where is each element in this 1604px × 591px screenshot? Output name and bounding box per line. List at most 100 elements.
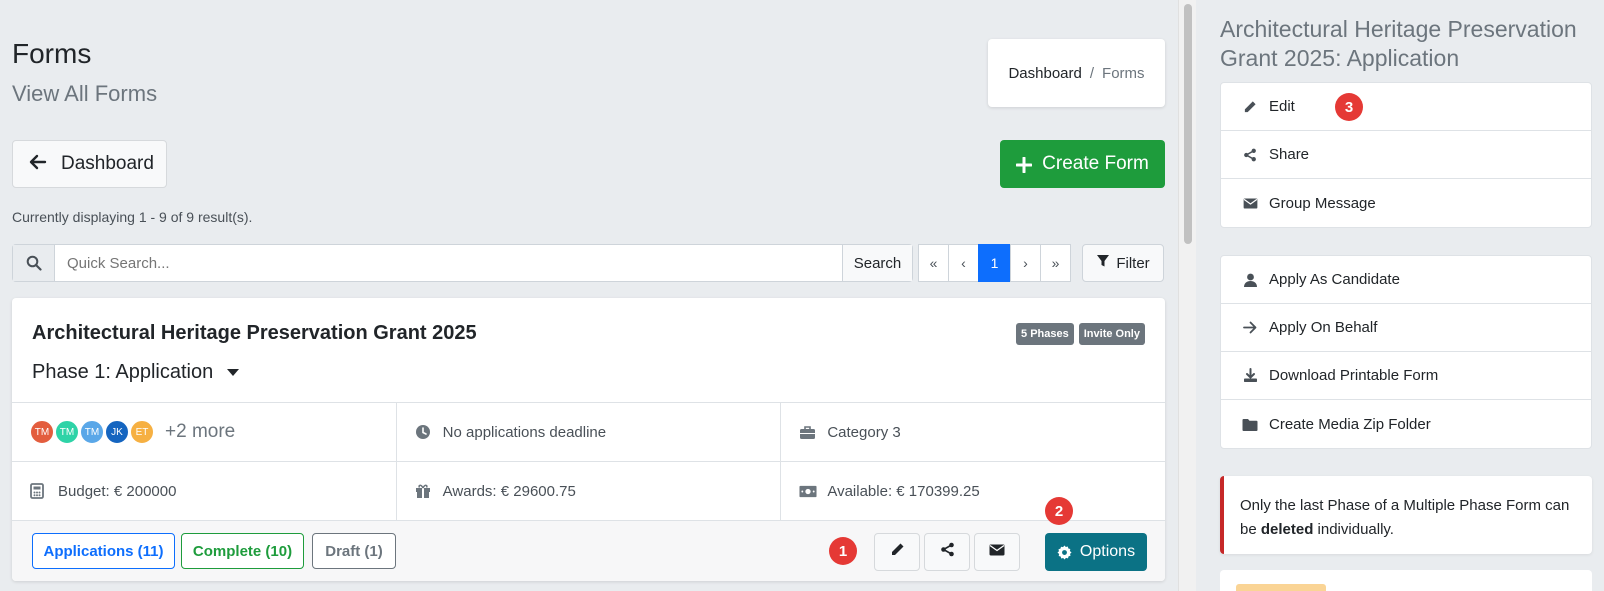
form-card-footer: Applications (11) Complete (10) Draft (1… [12, 497, 1165, 581]
download-printable-form-item[interactable]: Download Printable Form [1221, 352, 1591, 400]
envelope-icon [989, 543, 1005, 561]
avatar[interactable]: TM [80, 420, 104, 444]
edit-button[interactable] [874, 533, 920, 571]
form-title[interactable]: Architectural Heritage Preservation Gran… [32, 322, 477, 345]
awards-text: Awards: € 29600.75 [442, 482, 576, 500]
delete-info-alert: Only the last Phase of a Multiple Phase … [1220, 476, 1592, 554]
filter-label: Filter [1116, 254, 1150, 272]
create-media-zip-folder-item[interactable]: Create Media Zip Folder [1221, 400, 1591, 448]
side-panel: Architectural Heritage Preservation Gran… [1196, 0, 1604, 591]
scrollbar-thumb[interactable] [1184, 4, 1192, 244]
filter-button[interactable]: Filter [1082, 244, 1164, 282]
invite-only-badge: Invite Only [1078, 323, 1145, 345]
side-panel-title: Architectural Heritage Preservation Gran… [1220, 16, 1577, 71]
results-count: Currently displaying 1 - 9 of 9 result(s… [12, 209, 253, 225]
breadcrumb-dashboard-link[interactable]: Dashboard [1008, 65, 1081, 82]
apply-as-candidate-item[interactable]: Apply As Candidate [1221, 256, 1591, 304]
apply-actions-list: Apply As Candidate Apply On Behalf Downl… [1220, 255, 1592, 449]
category-text: Category 3 [827, 423, 901, 441]
page-next-button[interactable]: › [1010, 244, 1041, 282]
search-bar: Search [12, 244, 913, 282]
side-group-message-label: Group Message [1269, 194, 1376, 212]
main-content: Forms View All Forms Dashboard / Forms D… [0, 0, 1178, 591]
breadcrumb: Dashboard / Forms [988, 39, 1165, 107]
side-edit-item[interactable]: Edit 3 [1221, 83, 1591, 131]
collaborators-cell: TM TM TM JK ET +2 more [12, 403, 397, 461]
briefcase-icon [799, 425, 817, 440]
gear-icon [1057, 544, 1072, 560]
page-last-button[interactable]: » [1040, 244, 1071, 282]
annotation-marker-2: 2 [1045, 497, 1073, 525]
gift-icon [415, 483, 433, 499]
create-form-label: Create Form [1042, 153, 1149, 174]
apply-as-candidate-label: Apply As Candidate [1269, 271, 1400, 288]
phase-label: Phase 1: Application [32, 361, 214, 383]
breadcrumb-separator: / [1089, 64, 1095, 82]
folder-icon [1241, 418, 1259, 431]
download-icon [1241, 368, 1259, 383]
create-media-zip-folder-label: Create Media Zip Folder [1269, 415, 1431, 433]
options-label: Options [1079, 543, 1136, 560]
next-panel-peek [1220, 570, 1592, 591]
caret-down-icon [227, 365, 240, 380]
page-first-button[interactable]: « [918, 244, 949, 282]
phase-dropdown[interactable]: Phase 1: Application [32, 361, 240, 384]
message-button[interactable] [974, 533, 1020, 571]
back-to-dashboard-button[interactable]: Dashboard [12, 140, 167, 188]
available-cell: Available: € 170399.25 [781, 462, 1165, 520]
options-button[interactable]: Options [1045, 533, 1147, 571]
clock-icon [415, 424, 433, 440]
apply-on-behalf-label: Apply On Behalf [1269, 319, 1378, 336]
share-button[interactable] [924, 533, 970, 571]
alert-text-bold: deleted [1260, 521, 1314, 538]
pagination: « ‹ 1 › » [918, 244, 1071, 282]
search-input[interactable] [55, 245, 842, 281]
pencil-icon [890, 542, 905, 562]
annotation-marker-3: 3 [1335, 93, 1363, 121]
calculator-icon [30, 483, 48, 499]
draft-button[interactable]: Draft (1) [312, 533, 396, 569]
avatar[interactable]: JK [105, 420, 129, 444]
side-edit-label: Edit [1269, 98, 1295, 115]
search-button[interactable]: Search [842, 245, 912, 281]
filter-icon [1096, 254, 1110, 272]
form-actions-list: Edit 3 Share Group Message [1220, 82, 1592, 228]
envelope-icon [1241, 197, 1259, 209]
alert-text-end: individually. [1313, 521, 1394, 538]
side-share-label: Share [1269, 146, 1310, 163]
user-icon [1241, 273, 1259, 287]
budget-text: Budget: € 200000 [58, 482, 177, 500]
arrow-right-icon [1241, 321, 1259, 334]
download-printable-form-label: Download Printable Form [1269, 367, 1439, 384]
share-icon [1241, 148, 1259, 162]
available-text: Available: € 170399.25 [827, 482, 980, 500]
main-scrollbar[interactable] [1178, 0, 1196, 591]
more-collaborators[interactable]: +2 more [165, 421, 235, 443]
money-bill-icon [799, 485, 817, 498]
avatar[interactable]: ET [130, 420, 154, 444]
deadline-cell: No applications deadline [397, 403, 782, 461]
form-info-grid: TM TM TM JK ET +2 more No applications deadl… [12, 402, 1165, 521]
form-badges: 5 Phases Invite Only [1016, 323, 1145, 345]
side-group-message-item[interactable]: Group Message [1221, 179, 1591, 227]
avatar[interactable]: TM [55, 420, 79, 444]
budget-cell: Budget: € 200000 [12, 462, 397, 520]
avatar-group[interactable]: TM TM TM JK ET [30, 420, 155, 444]
apply-on-behalf-item[interactable]: Apply On Behalf [1221, 304, 1591, 352]
create-form-button[interactable]: Create Form [1000, 140, 1165, 188]
side-share-item[interactable]: Share [1221, 131, 1591, 179]
complete-button[interactable]: Complete (10) [181, 533, 304, 569]
page-current-button[interactable]: 1 [978, 244, 1011, 282]
plus-icon [1015, 149, 1033, 180]
share-icon [940, 542, 955, 562]
applications-button[interactable]: Applications (11) [32, 533, 175, 569]
arrow-left-icon [29, 151, 47, 177]
page-title: Forms [12, 38, 92, 69]
avatar[interactable]: TM [30, 420, 54, 444]
form-card: Architectural Heritage Preservation Gran… [12, 298, 1165, 581]
breadcrumb-current: Forms [1102, 64, 1145, 82]
phases-badge: 5 Phases [1016, 323, 1074, 345]
awards-cell: Awards: € 29600.75 [397, 462, 782, 520]
back-button-label: Dashboard [61, 153, 154, 174]
page-prev-button[interactable]: ‹ [948, 244, 979, 282]
